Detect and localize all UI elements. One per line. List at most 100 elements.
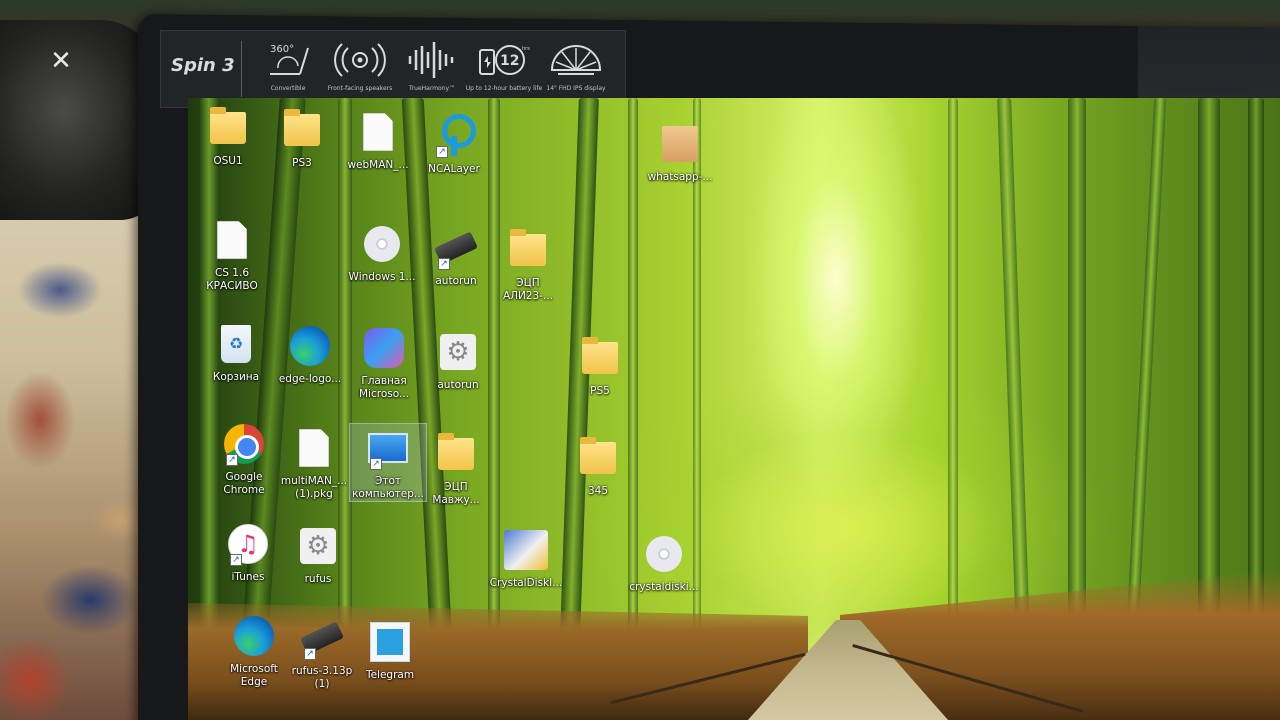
edge-shape <box>234 616 274 656</box>
copilot-icon <box>360 324 408 372</box>
disc-shape <box>646 536 682 572</box>
feature-label: TrueHarmony™ <box>408 85 456 92</box>
folder-icon <box>504 226 552 274</box>
desktop-icon-telegram[interactable]: Telegram <box>352 618 428 682</box>
sticker-brand: Spin 3 <box>171 55 235 76</box>
telegram-shape <box>370 622 410 662</box>
desktop-icon-autorun-2[interactable]: ⚙ autorun <box>420 328 496 392</box>
desktop-icon-label: Google Chrome <box>223 471 265 496</box>
folder-shape <box>210 107 246 144</box>
desktop-icon-label: CS 1.6 КРАСИВО <box>206 267 258 292</box>
crystal-shape <box>504 530 548 570</box>
recycle-bin-shape: ♻ <box>221 325 251 363</box>
laptop-screen: OSU1 PS3 webMAN_... ↗ NCALayer whatsapp-… <box>188 98 1280 720</box>
desktop-icon-label: Telegram <box>365 669 415 681</box>
capcut-logo-icon: ✕ <box>50 46 72 76</box>
desktop-icon-windows[interactable]: Windows 1... <box>344 220 420 284</box>
shortcut-arrow-icon: ↗ <box>438 258 450 270</box>
desktop-icon-label: NCALayer <box>428 163 480 175</box>
folder-shape <box>510 229 546 266</box>
desktop-icon-label: autorun <box>435 275 477 287</box>
desktop-icon-label: ЭЦП АЛИ23-... <box>502 277 554 302</box>
black-bag <box>0 20 160 220</box>
feature-trueharmony: TrueHarmony™ <box>396 37 468 92</box>
document-icon <box>354 108 402 156</box>
desktop-icon-label: Главная Microso... <box>359 375 409 400</box>
svg-text:12: 12 <box>500 53 519 69</box>
ncalayer-icon: ↗ <box>430 112 478 160</box>
desktop-icon-this-pc[interactable]: ↗ Этот компьютер... <box>349 423 427 502</box>
desktop-icon-rufus[interactable]: ⚙ rufus <box>280 522 356 586</box>
desktop-icon-345[interactable]: 345 <box>560 434 636 498</box>
desktop-icon-label: Этот компьютер... <box>352 475 424 500</box>
feature-display: 14" FHD IPS display <box>540 37 612 92</box>
gear-shape: ⚙ <box>440 334 476 370</box>
chrome-icon: ↗ <box>220 420 268 468</box>
doc-shape <box>363 113 393 151</box>
feature-convertible: 360° Convertible <box>252 37 324 92</box>
doc-shape <box>299 429 329 467</box>
folder-icon <box>278 106 326 154</box>
sound-wave-icon <box>404 37 460 83</box>
desktop-icon-ecp-mav[interactable]: ЭЦП Мавжу... <box>418 430 494 507</box>
disc-image-icon <box>640 530 688 578</box>
shortcut-arrow-icon: ↗ <box>230 554 242 566</box>
box-shape <box>662 126 698 162</box>
display-icon <box>548 37 604 83</box>
telegram-icon <box>366 618 414 666</box>
desktop-icon-label: Windows 1... <box>348 271 416 283</box>
desktop-icon-label: 345 <box>587 485 609 497</box>
computer-icon: ↗ <box>364 424 412 472</box>
feature-label: Convertible <box>270 85 306 92</box>
desktop-icon-whatsapp[interactable]: whatsapp-... <box>642 120 718 184</box>
desktop-icon-microsoft-edge[interactable]: Microsoft Edge <box>216 612 292 689</box>
desktop-icon-edge-logo[interactable]: edge-logo... <box>272 322 348 386</box>
desktop-icon-itunes[interactable]: ♫ ↗ iTunes <box>210 520 286 584</box>
feature-label: Front-facing speakers <box>327 85 393 92</box>
desktop-icon-label: edge-logo... <box>278 373 342 385</box>
crystaldisk-icon <box>502 526 550 574</box>
desktop-icon-label: ЭЦП Мавжу... <box>432 481 480 506</box>
feature-label: 14" FHD IPS display <box>546 85 606 92</box>
usb-drive-icon: ↗ <box>298 614 346 662</box>
desktop-icon-label: iTunes <box>231 571 265 583</box>
edge-icon <box>286 322 334 370</box>
desktop-icon-google-chrome[interactable]: ↗ Google Chrome <box>206 420 282 497</box>
desktop-icon-cs16[interactable]: CS 1.6 КРАСИВО <box>194 216 270 293</box>
desktop-icon-osu1[interactable]: OSU1 <box>190 104 266 168</box>
folder-shape <box>438 433 474 470</box>
shortcut-arrow-icon: ↗ <box>304 648 316 660</box>
desktop-icon-crystaldisk-2[interactable]: crystaldiski... <box>626 530 702 594</box>
desktop-icon-label: multiMAN_... (1).pkg <box>280 475 348 500</box>
disc-shape <box>364 226 400 262</box>
feature-battery: 12 hrs Up to 12-hour battery life <box>466 37 542 92</box>
edge-shape <box>290 326 330 366</box>
speaker-icon <box>332 37 388 83</box>
desktop-icon-ecp-ali[interactable]: ЭЦП АЛИ23-... <box>490 226 566 303</box>
feature-speakers: Front-facing speakers <box>324 37 396 92</box>
desktop-icon-webman[interactable]: webMAN_... <box>340 108 416 172</box>
desktop-icon-rufus-313[interactable]: ↗ rufus-3.13p (1) <box>284 614 360 691</box>
desktop-icon-label: webMAN_... <box>347 159 409 171</box>
document-icon <box>290 424 338 472</box>
edge-icon <box>230 612 278 660</box>
convertible-icon: 360° <box>260 37 316 83</box>
usb-drive-icon: ↗ <box>432 224 480 272</box>
document-icon <box>208 216 256 264</box>
desktop-icon-label: PS3 <box>292 157 312 169</box>
desktop-icon-microsoft-home[interactable]: Главная Microso... <box>346 324 422 401</box>
desktop-icon-label: autorun <box>437 379 479 391</box>
desktop-icon-multiman[interactable]: multiMAN_... (1).pkg <box>276 424 352 501</box>
folder-shape <box>580 437 616 474</box>
archive-icon <box>656 120 704 168</box>
desktop-icon-crystaldisk-1[interactable]: CrystalDiskI... <box>488 526 564 590</box>
desktop-icon-ps3[interactable]: PS3 <box>264 106 340 170</box>
desktop-icon-ps5[interactable]: PS5 <box>562 334 638 398</box>
folder-icon <box>432 430 480 478</box>
desktop-icon-ncalayer[interactable]: ↗ NCALayer <box>416 112 492 176</box>
desktop-icon-grid: OSU1 PS3 webMAN_... ↗ NCALayer whatsapp-… <box>188 98 1280 720</box>
shortcut-arrow-icon: ↗ <box>226 454 238 466</box>
desktop-icon-recycle-bin[interactable]: ♻ Корзина <box>198 320 274 384</box>
settings-file-icon: ⚙ <box>294 522 342 570</box>
desktop-icon-autorun-1[interactable]: ↗ autorun <box>418 224 494 288</box>
